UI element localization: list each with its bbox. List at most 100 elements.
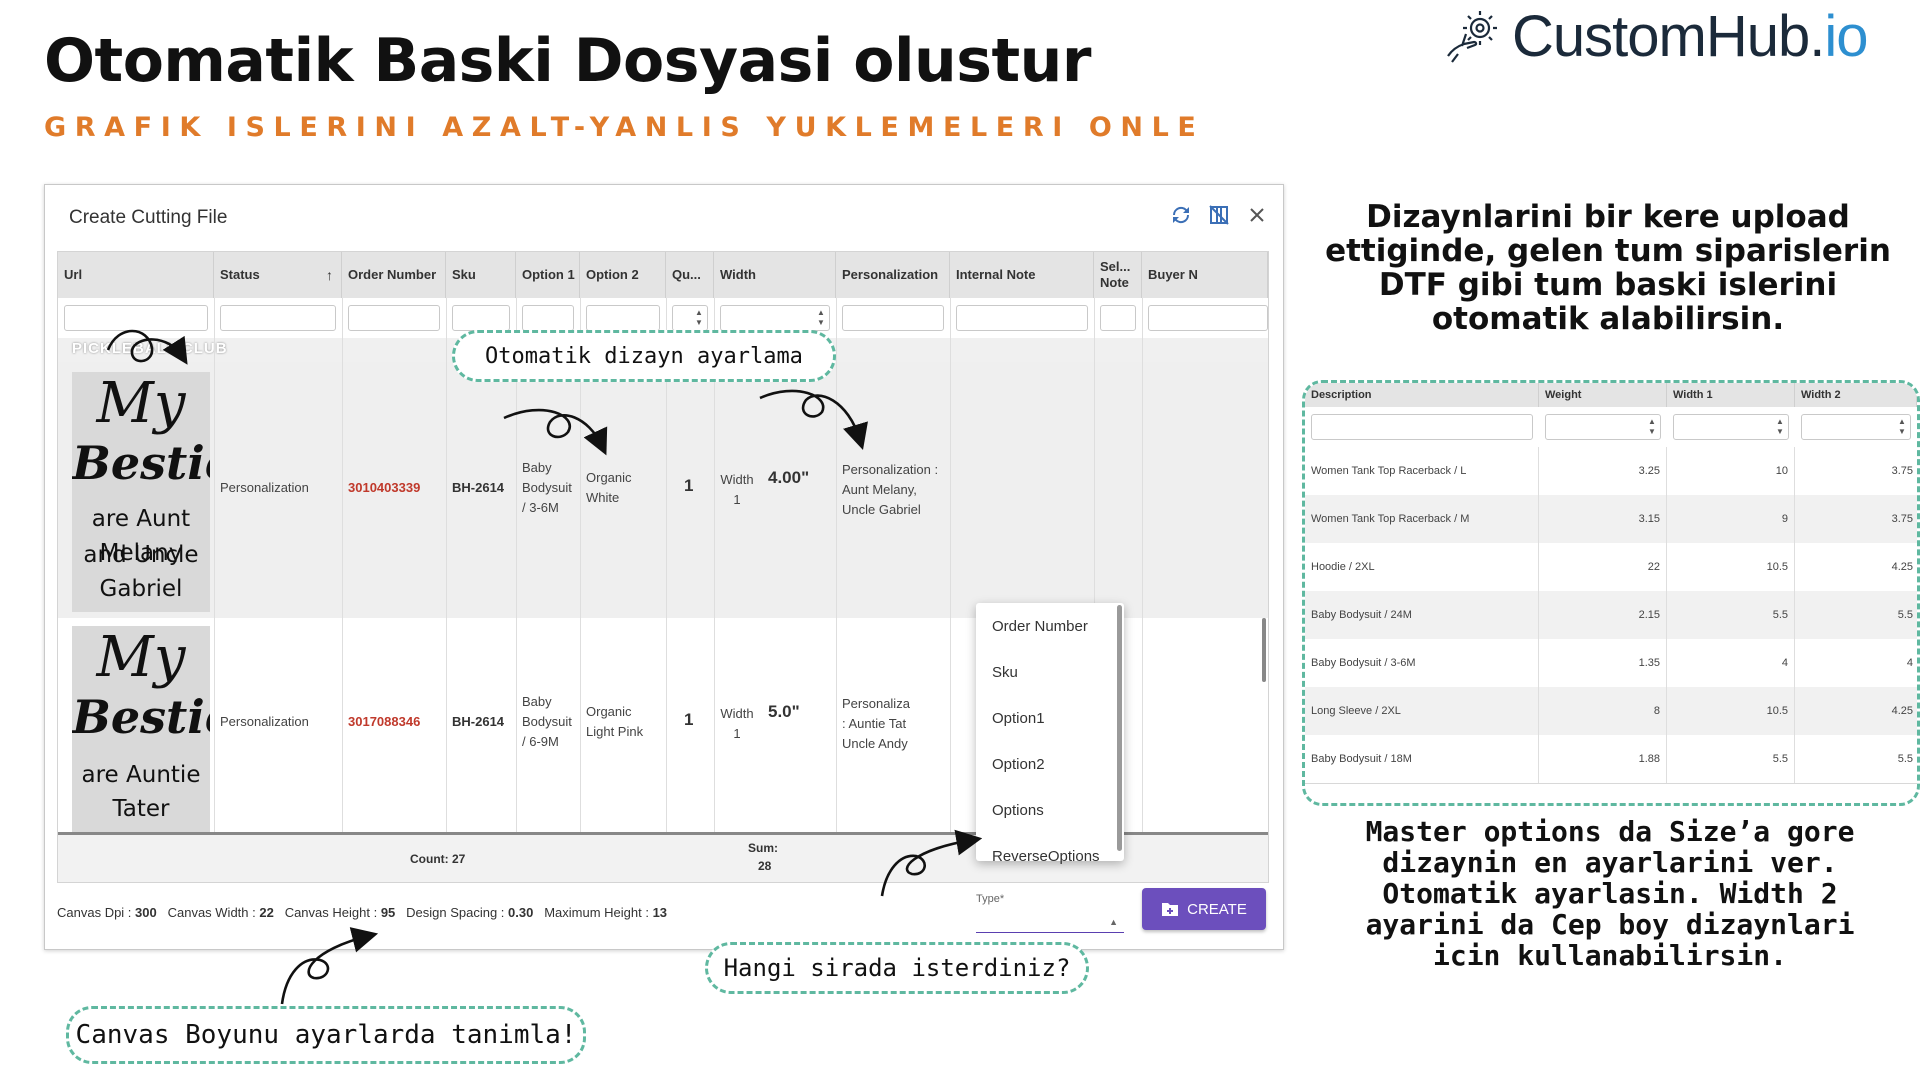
spinner-icon[interactable]: ▲ ▼	[815, 308, 827, 328]
sku-cell: BH-2614	[452, 714, 505, 729]
option2-cell: Organic Light Pink	[586, 704, 644, 739]
col-option2[interactable]: Option 2	[580, 252, 666, 298]
count-label: Count: 27	[410, 852, 466, 866]
canvas-info: Canvas Dpi : 300 Canvas Width : 22 Canva…	[57, 905, 668, 920]
option1-cell: Baby Bodysuit / 6-9M	[522, 694, 572, 749]
filter-width-input[interactable]: ▲ ▼	[720, 305, 830, 331]
col-url[interactable]: Url	[58, 252, 214, 298]
col-order-number[interactable]: Order Number	[342, 252, 446, 298]
filter-width2-input[interactable]: ▲ ▼	[1801, 414, 1911, 440]
canvas-dpi: 300	[135, 905, 157, 920]
filter-internal-note-input[interactable]	[956, 305, 1088, 331]
spinner-icon[interactable]: ▲ ▼	[1774, 417, 1786, 437]
menu-item-option2[interactable]: Option2	[976, 741, 1124, 787]
col-sku[interactable]: Sku	[446, 252, 516, 298]
side-text-top: Dizaynlarini bir kere upload ettiginde, …	[1325, 199, 1891, 337]
filter-seller-note-input[interactable]	[1100, 305, 1136, 331]
callout-order-question: Hangi sirada isterdiniz?	[705, 942, 1089, 994]
canvas-width: 22	[259, 905, 274, 920]
personalization-cell: Personaliza : Auntie Tat Uncle Andy	[842, 696, 910, 751]
table-row[interactable]: Baby Bodysuit / 18M 1.88 5.5 5.5	[1305, 735, 1917, 784]
filter-status-input[interactable]	[220, 305, 336, 331]
col-status[interactable]: Status ↑	[214, 252, 342, 298]
col-width1[interactable]: Width 1	[1667, 383, 1795, 407]
create-button[interactable]: CREATE	[1142, 888, 1266, 930]
quantity-cell: 1	[684, 710, 694, 729]
width-value-cell: 5.0"	[768, 702, 800, 721]
col-weight[interactable]: Weight	[1539, 383, 1667, 407]
sku-cell: BH-2614	[452, 480, 505, 495]
close-icon[interactable]	[1245, 203, 1269, 227]
maximum-height: 13	[652, 905, 668, 920]
filter-description-input[interactable]	[1311, 414, 1533, 440]
order-number-cell[interactable]: 3017088346	[348, 712, 420, 732]
customhub-logo: CustomHub.io	[1440, 3, 1869, 69]
menu-scrollbar[interactable]	[1117, 605, 1122, 851]
sort-up-icon: ↑	[326, 267, 333, 283]
filter-option1-input[interactable]	[522, 305, 574, 331]
table-row[interactable]: Long Sleeve / 2XL 8 10.5 4.25	[1305, 687, 1917, 736]
width-value-cell: 4.00"	[768, 468, 810, 487]
filter-order-input[interactable]	[348, 305, 440, 331]
option2-cell: Organic White	[586, 470, 632, 505]
spinner-icon[interactable]: ▲ ▼	[1646, 417, 1658, 437]
status-cell: Personalization	[220, 714, 309, 729]
menu-item-options[interactable]: Options	[976, 787, 1124, 833]
page-title: Otomatik Baski Dosyasi olustur	[44, 26, 1091, 96]
order-number-cell[interactable]: 3010403339	[348, 478, 420, 498]
col-description[interactable]: Description	[1305, 383, 1539, 407]
col-buyer-note[interactable]: Buyer N	[1142, 252, 1268, 298]
menu-item-reverse-options[interactable]: ReverseOptions	[976, 833, 1124, 879]
filter-option2-input[interactable]	[586, 305, 660, 331]
col-width2[interactable]: Width 2	[1795, 383, 1917, 407]
table-row[interactable]: Women Tank Top Racerback / M 3.15 9 3.75	[1305, 495, 1917, 544]
columns-icon[interactable]	[1207, 203, 1231, 227]
type-select[interactable]: Type* ▲	[976, 893, 1124, 937]
grid-header: Url Status ↑ Order Number Sku Option 1 Op…	[58, 252, 1268, 298]
canvas-height: 95	[380, 905, 396, 920]
callout-canvas-height: Canvas Boyunu ayarlarda tanimla!	[66, 1006, 586, 1064]
refresh-icon[interactable]	[1169, 203, 1193, 227]
spinner-icon[interactable]: ▲ ▼	[693, 308, 705, 328]
menu-item-order-number[interactable]: Order Number	[976, 603, 1124, 649]
menu-item-option1[interactable]: Option1	[976, 695, 1124, 741]
table-row[interactable]: My Besties are Aunt Melany and Uncle Gab…	[58, 362, 1268, 619]
menu-item-sku[interactable]: Sku	[976, 649, 1124, 695]
filter-personalization-input[interactable]	[842, 305, 944, 331]
col-personalization[interactable]: Personalization	[836, 252, 950, 298]
dropdown-arrow-icon: ▲	[1109, 917, 1118, 927]
col-quantity[interactable]: Qu...	[666, 252, 714, 298]
col-seller-note[interactable]: Sel... Note	[1094, 252, 1142, 298]
quantity-cell: 1	[684, 476, 694, 495]
gear-hand-icon	[1447, 11, 1497, 63]
status-cell: Personalization	[220, 480, 309, 495]
table-row[interactable]: Hoodie / 2XL 22 10.5 4.25	[1305, 543, 1917, 592]
design-preview: My Besties are Auntie Tater	[72, 626, 210, 832]
table-row[interactable]: Baby Bodysuit / 24M 2.15 5.5 5.5	[1305, 591, 1917, 640]
width-label-cell: Width 1	[720, 472, 754, 507]
sum-label: Sum:	[748, 841, 778, 855]
grid-scrollbar[interactable]	[1262, 618, 1266, 682]
logo-text-main: CustomHub.	[1512, 3, 1825, 69]
col-width[interactable]: Width	[714, 252, 836, 298]
create-button-label: CREATE	[1187, 900, 1247, 918]
page-subtitle: GRAFIK ISLERINI AZALT-YANLIS YUKLEMELERI…	[44, 112, 1205, 143]
filter-sku-input[interactable]	[452, 305, 510, 331]
table-row[interactable]: Women Tank Top Racerback / L 3.25 10 3.7…	[1305, 447, 1917, 496]
personalization-cell: Personalization : Aunt Melany, Uncle Gab…	[842, 462, 939, 517]
side-text-bottom: Master options da Size’a gore dizaynin e…	[1365, 815, 1855, 972]
col-option1[interactable]: Option 1	[516, 252, 580, 298]
type-menu: Order Number Sku Option1 Option2 Options…	[976, 603, 1124, 865]
filter-url-input[interactable]	[64, 305, 208, 331]
filter-width1-input[interactable]: ▲ ▼	[1673, 414, 1789, 440]
table-row[interactable]: Baby Bodysuit / 3-6M 1.35 4 4	[1305, 639, 1917, 688]
logo-text-accent: io	[1824, 3, 1868, 69]
filter-weight-input[interactable]: ▲ ▼	[1545, 414, 1661, 440]
spinner-icon[interactable]: ▲ ▼	[1896, 417, 1908, 437]
filter-buyer-note-input[interactable]	[1148, 305, 1268, 331]
master-options-table: Description Weight Width 1 Width 2 ▲ ▼ ▲ ▼…	[1302, 380, 1920, 806]
design-spacing: 0.30	[508, 905, 534, 920]
filter-quantity-input[interactable]: ▲ ▼	[672, 305, 708, 331]
col-internal-note[interactable]: Internal Note	[950, 252, 1094, 298]
design-top-text: PICKLEBALL CLUB	[72, 340, 228, 357]
